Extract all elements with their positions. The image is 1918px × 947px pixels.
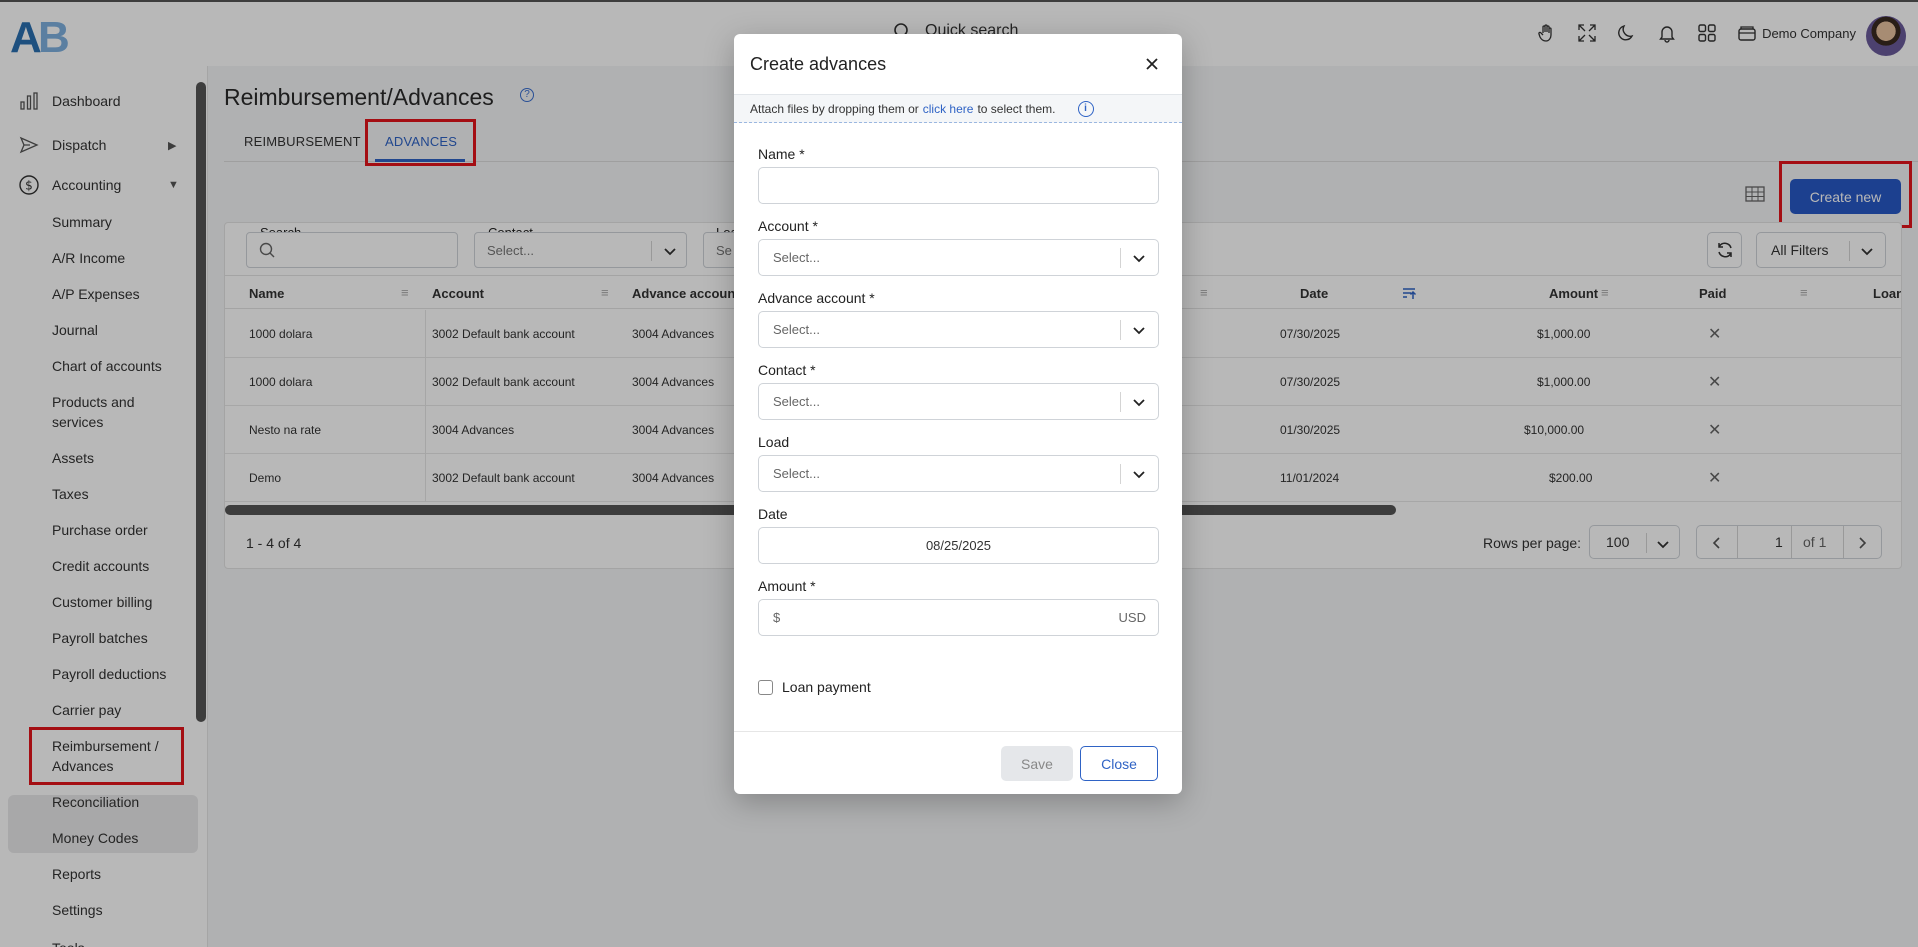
contact-select[interactable]: Select...: [758, 383, 1159, 420]
amount-label: Amount *: [758, 578, 816, 594]
create-advances-modal: Create advances Attach files by dropping…: [734, 34, 1182, 794]
modal-footer-divider: [734, 731, 1182, 732]
advance-account-placeholder: Select...: [773, 322, 820, 337]
chevron-down-icon: [1133, 399, 1145, 407]
close-icon[interactable]: [1142, 54, 1162, 74]
name-label: Name *: [758, 146, 805, 162]
date-value: 08/25/2025: [925, 538, 992, 553]
amount-currency: USD: [1118, 610, 1146, 625]
save-button[interactable]: Save: [1001, 746, 1073, 781]
loan-payment-checkbox[interactable]: [758, 680, 773, 695]
advance-account-label: Advance account *: [758, 290, 875, 306]
chevron-down-icon: [1133, 327, 1145, 335]
load-select[interactable]: Select...: [758, 455, 1159, 492]
account-placeholder: Select...: [773, 250, 820, 265]
info-icon[interactable]: i: [1077, 100, 1094, 117]
select-separator: [1120, 320, 1121, 340]
amount-prefix: $: [773, 610, 781, 625]
close-button[interactable]: Close: [1080, 746, 1158, 781]
account-select[interactable]: Select...: [758, 239, 1159, 276]
select-separator: [1120, 464, 1121, 484]
name-input[interactable]: [758, 167, 1159, 204]
modal-title: Create advances: [750, 54, 887, 74]
select-separator: [1120, 248, 1121, 268]
date-input[interactable]: 08/25/2025: [758, 527, 1159, 564]
chevron-down-icon: [1133, 255, 1145, 263]
select-separator: [1120, 392, 1121, 412]
load-label: Load: [758, 434, 790, 450]
attach-text: Attach files by dropping them or: [750, 101, 919, 116]
chevron-down-icon: [1133, 471, 1145, 479]
file-dropzone[interactable]: Attach files by dropping them or click h…: [734, 94, 1182, 123]
attach-text: to select them.: [977, 101, 1056, 116]
advance-account-select[interactable]: Select...: [758, 311, 1159, 348]
contact-label: Contact *: [758, 362, 816, 378]
load-placeholder: Select...: [773, 466, 820, 481]
contact-placeholder: Select...: [773, 394, 820, 409]
account-label: Account *: [758, 218, 818, 234]
date-label: Date: [758, 506, 788, 522]
attach-click-here-link[interactable]: click here: [923, 102, 974, 116]
loan-payment-label[interactable]: Loan payment: [782, 679, 871, 695]
amount-input[interactable]: $ USD: [758, 599, 1159, 636]
